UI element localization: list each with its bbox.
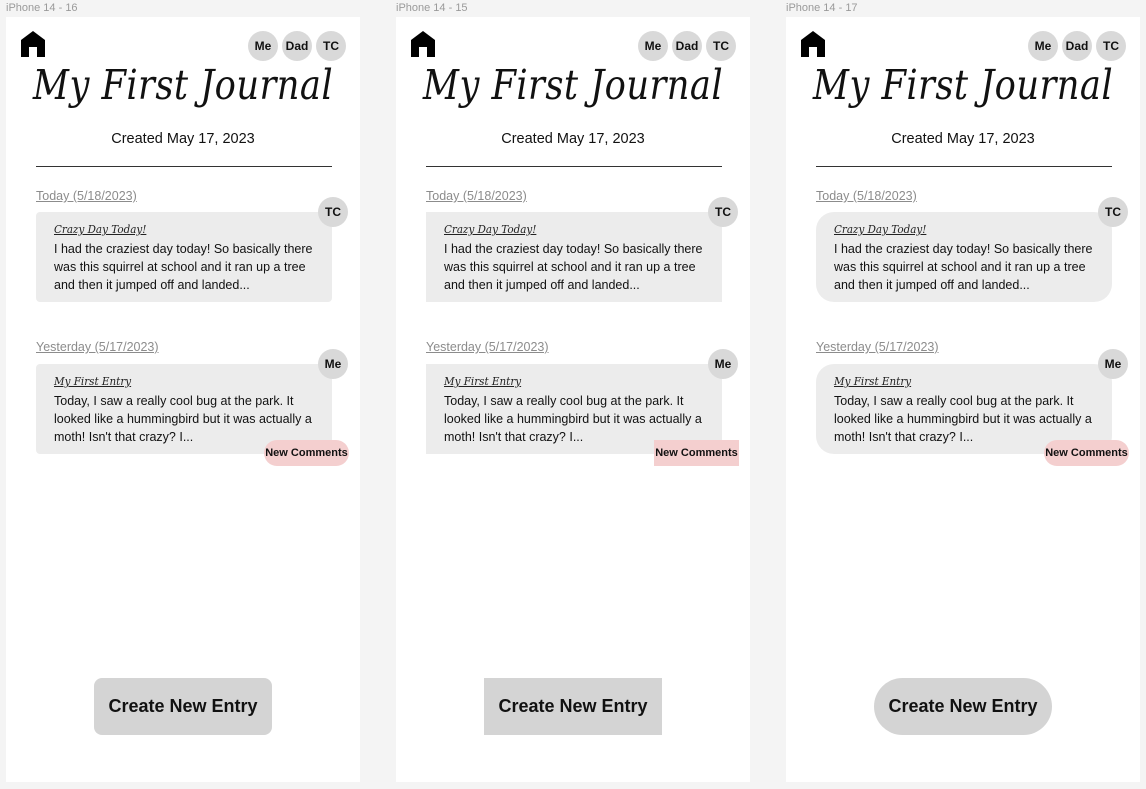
entry-preview: I had the craziest day today! So basical…	[54, 242, 313, 292]
created-date: Created May 17, 2023	[111, 131, 255, 147]
author-avatar: TC	[708, 197, 738, 227]
new-comments-badge[interactable]: New Comments	[654, 440, 739, 466]
phone-frame: Me Dad TC My First Journal Created May 1…	[6, 17, 360, 782]
entry-preview: Today, I saw a really cool bug at the pa…	[444, 394, 702, 444]
entry-card[interactable]: My First Entry Today, I saw a really coo…	[426, 349, 739, 466]
entry-card[interactable]: Crazy Day Today! I had the craziest day …	[426, 197, 738, 302]
author-avatar: Me	[708, 349, 738, 379]
entry-title: My First Entry	[834, 374, 912, 388]
author-avatar: TC	[1098, 197, 1128, 227]
avatar[interactable]: Dad	[672, 31, 702, 61]
entry-preview: I had the craziest day today! So basical…	[444, 242, 703, 292]
avatar[interactable]: TC	[706, 31, 736, 61]
avatar[interactable]: Me	[1028, 31, 1058, 61]
home-icon[interactable]	[20, 30, 46, 57]
entry-title: Crazy Day Today!	[834, 222, 927, 236]
create-new-entry-button[interactable]: Create New Entry	[484, 678, 662, 735]
phone-frame: Me Dad TC My First Journal Created May 1…	[396, 17, 750, 782]
entry-date: Today (5/18/2023)	[426, 189, 527, 203]
created-date: Created May 17, 2023	[501, 131, 645, 147]
entry-title: Crazy Day Today!	[444, 222, 537, 236]
create-new-entry-button[interactable]: Create New Entry	[874, 678, 1052, 735]
author-avatar: Me	[1098, 349, 1128, 379]
member-avatars: Me Dad TC	[248, 31, 346, 61]
entry-preview: I had the craziest day today! So basical…	[834, 242, 1093, 292]
entry-card[interactable]: Crazy Day Today! I had the craziest day …	[36, 197, 348, 302]
home-icon[interactable]	[410, 30, 436, 57]
entry-title: My First Entry	[54, 374, 132, 388]
frame-label: iPhone 14 - 15	[396, 2, 468, 14]
avatar[interactable]: TC	[316, 31, 346, 61]
avatar[interactable]: Dad	[282, 31, 312, 61]
avatar[interactable]: Dad	[1062, 31, 1092, 61]
home-icon[interactable]	[800, 30, 826, 57]
avatar[interactable]: TC	[1096, 31, 1126, 61]
avatar[interactable]: Me	[638, 31, 668, 61]
divider	[426, 166, 722, 167]
divider	[816, 166, 1112, 167]
member-avatars: Me Dad TC	[638, 31, 736, 61]
new-comments-badge[interactable]: New Comments	[264, 440, 349, 466]
create-new-entry-button[interactable]: Create New Entry	[94, 678, 272, 735]
divider	[36, 166, 332, 167]
entry-preview: Today, I saw a really cool bug at the pa…	[834, 394, 1092, 444]
entry-title: Crazy Day Today!	[54, 222, 147, 236]
entry-date: Today (5/18/2023)	[36, 189, 137, 203]
journal-title: My First Journal	[422, 61, 724, 109]
created-date: Created May 17, 2023	[891, 131, 1035, 147]
entry-card[interactable]: My First Entry Today, I saw a really coo…	[36, 349, 349, 466]
entry-card[interactable]: Crazy Day Today! I had the craziest day …	[816, 197, 1128, 302]
entry-date: Today (5/18/2023)	[816, 189, 917, 203]
entry-title: My First Entry	[444, 374, 522, 388]
new-comments-badge[interactable]: New Comments	[1044, 440, 1129, 466]
entry-card[interactable]: My First Entry Today, I saw a really coo…	[816, 349, 1129, 466]
entry-date: Yesterday (5/17/2023)	[816, 340, 939, 354]
entry-date: Yesterday (5/17/2023)	[36, 340, 159, 354]
journal-title: My First Journal	[812, 61, 1114, 109]
frame-label: iPhone 14 - 16	[6, 2, 78, 14]
journal-title: My First Journal	[32, 61, 334, 109]
entry-preview: Today, I saw a really cool bug at the pa…	[54, 394, 312, 444]
member-avatars: Me Dad TC	[1028, 31, 1126, 61]
author-avatar: TC	[318, 197, 348, 227]
entry-date: Yesterday (5/17/2023)	[426, 340, 549, 354]
phone-frame: Me Dad TC My First Journal Created May 1…	[786, 17, 1140, 782]
avatar[interactable]: Me	[248, 31, 278, 61]
frame-label: iPhone 14 - 17	[786, 2, 858, 14]
author-avatar: Me	[318, 349, 348, 379]
